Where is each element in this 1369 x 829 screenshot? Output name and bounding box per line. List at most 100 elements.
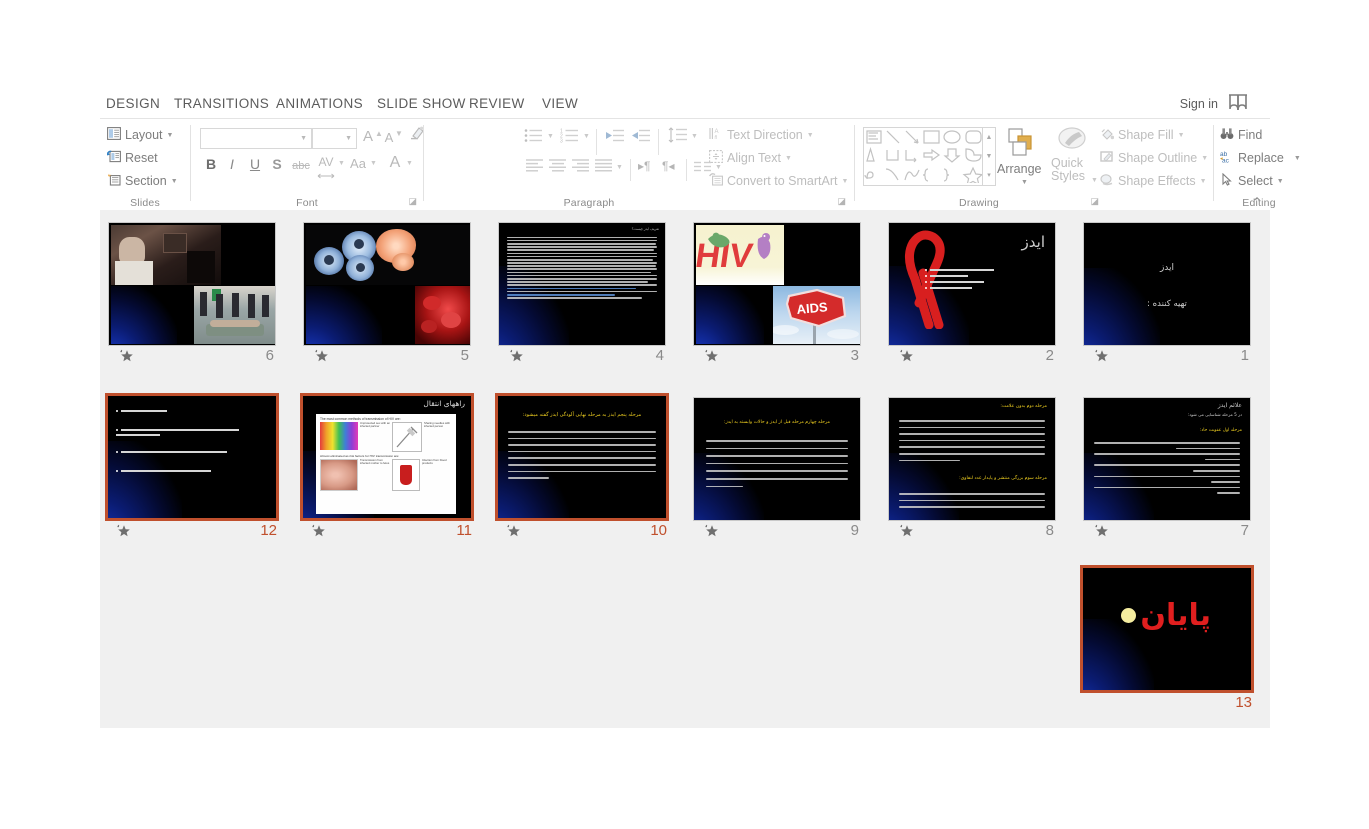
italic-button[interactable]: I: [225, 155, 239, 173]
user-profile-icon[interactable]: [1226, 93, 1252, 113]
chevron-down-icon[interactable]: ▼: [807, 132, 814, 139]
shape-outline-button[interactable]: Shape Outline ▼: [1100, 150, 1208, 166]
tab-view[interactable]: VIEW: [542, 90, 578, 118]
animation-star-icon: [900, 349, 914, 363]
tab-transitions[interactable]: TRANSITIONS: [174, 90, 269, 118]
slide-thumbnail-13[interactable]: پایان 13: [1080, 565, 1254, 713]
align-right-button[interactable]: [572, 159, 590, 177]
chevron-down-icon[interactable]: ▼: [370, 160, 377, 167]
align-left-button[interactable]: [526, 159, 544, 177]
chevron-down-icon[interactable]: ▼: [338, 160, 345, 167]
align-text-button[interactable]: Align Text ▼: [709, 150, 792, 166]
slide-canvas-5[interactable]: [303, 222, 471, 346]
chevron-down-icon[interactable]: ▼: [1277, 178, 1284, 185]
reset-button[interactable]: Reset: [106, 150, 158, 166]
shapes-gallery[interactable]: ▲ ▼ ▾: [863, 127, 996, 186]
slide-canvas-8[interactable]: مرحله دوم بدون علامت: مرحله سوم بزرگی من…: [888, 397, 1056, 521]
scroll-down-icon[interactable]: ▼: [983, 147, 995, 166]
text-shadow-button[interactable]: S: [270, 155, 284, 173]
shapes-gallery-scrollbar[interactable]: ▲ ▼ ▾: [982, 128, 995, 185]
slide-canvas-10[interactable]: مرحله پنجم ایدز به مرحله نهایی آلودگی ای…: [495, 393, 669, 521]
slide-thumbnail-8[interactable]: مرحله دوم بدون علامت: مرحله سوم بزرگی من…: [888, 397, 1056, 543]
text-direction-rtl-button[interactable]: ¶◂: [662, 159, 674, 173]
text-direction-button[interactable]: A ñ Text Direction ▼: [709, 127, 814, 143]
chevron-down-icon[interactable]: ▼: [1178, 132, 1185, 139]
sign-in-button[interactable]: Sign in: [1180, 90, 1218, 118]
shape-effects-button[interactable]: Shape Effects ▼: [1100, 173, 1207, 189]
slide-thumbnail-6[interactable]: 6: [108, 222, 276, 368]
chevron-down-icon[interactable]: ▼: [616, 164, 623, 171]
slide-thumbnail-2[interactable]: ایدز 2: [888, 222, 1056, 368]
chevron-down-icon[interactable]: ▼: [583, 133, 590, 140]
chevron-down-icon[interactable]: ▼: [1294, 155, 1301, 162]
arrange-button[interactable]: [1007, 127, 1037, 162]
decrease-indent-button[interactable]: [605, 128, 625, 148]
collapse-ribbon-button[interactable]: ⌃: [1252, 195, 1262, 209]
slide-canvas-4[interactable]: تعریف ایدز چیست؟: [498, 222, 666, 346]
tab-animations[interactable]: ANIMATIONS: [276, 90, 363, 118]
slide-canvas-6[interactable]: [108, 222, 276, 346]
increase-indent-button[interactable]: [631, 128, 651, 148]
strikethrough-button[interactable]: abc: [289, 157, 313, 175]
numbered-list-button[interactable]: 1 2 3: [560, 128, 580, 148]
chevron-down-icon[interactable]: ▼: [1201, 155, 1208, 162]
font-name-combo[interactable]: ▼: [200, 128, 312, 149]
chevron-down-icon[interactable]: ▼: [1021, 179, 1028, 186]
line-spacing-button[interactable]: [668, 127, 688, 148]
select-button[interactable]: Select ▼: [1220, 172, 1284, 189]
chevron-down-icon[interactable]: ▼: [547, 133, 554, 140]
slide-thumbnail-1[interactable]: ایدز تهیه کننده : 1: [1083, 222, 1251, 368]
justify-button[interactable]: [595, 159, 613, 177]
chevron-down-icon[interactable]: ▼: [345, 135, 352, 142]
slide-canvas-7[interactable]: علائم ایدز در 5 مرحله شناسایی می شود: مر…: [1083, 397, 1251, 521]
bullet-list-button[interactable]: [524, 128, 544, 148]
slide-thumbnail-3[interactable]: HIV AIDS 3: [693, 222, 861, 368]
slide-thumbnail-5[interactable]: 5: [303, 222, 471, 368]
text-direction-ltr-button[interactable]: ▸¶: [638, 159, 650, 173]
chevron-down-icon[interactable]: ▼: [1091, 177, 1098, 184]
slide-thumbnail-12[interactable]: 12: [105, 393, 279, 541]
chevron-down-icon[interactable]: ▼: [167, 132, 174, 139]
shape-fill-button[interactable]: Shape Fill ▼: [1100, 127, 1185, 143]
chevron-down-icon[interactable]: ▼: [841, 178, 848, 185]
replace-button[interactable]: ab ac Replace ▼: [1220, 150, 1301, 166]
slide-sorter-pane[interactable]: 6 5 تعریف ایدز چیست؟ 4 HIV AIDS 3 ایدز 2…: [100, 210, 1270, 728]
convert-to-smartart-button[interactable]: Convert to SmartArt ▼: [709, 173, 848, 189]
slide-thumbnail-10[interactable]: مرحله پنجم ایدز به مرحله نهایی آلودگی ای…: [495, 393, 669, 541]
slide-canvas-13[interactable]: پایان: [1080, 565, 1254, 693]
tab-design[interactable]: DESIGN: [106, 90, 160, 118]
font-dialog-launcher[interactable]: ◪: [408, 196, 417, 207]
slide-canvas-12[interactable]: [105, 393, 279, 521]
shapes-more-icon[interactable]: ▾: [983, 166, 995, 185]
find-button[interactable]: Find: [1220, 127, 1262, 143]
chevron-down-icon[interactable]: ▼: [785, 155, 792, 162]
change-case-button[interactable]: Aa: [347, 155, 369, 173]
scroll-up-icon[interactable]: ▲: [983, 128, 995, 147]
section-button[interactable]: Section ▼: [107, 173, 178, 189]
font-size-combo[interactable]: ▼: [312, 128, 357, 149]
slide-canvas-3[interactable]: HIV AIDS: [693, 222, 861, 346]
slide-thumbnail-9[interactable]: مرحله چهارم مرحله قبل از ایدز و حالات وا…: [693, 397, 861, 543]
slide-thumbnail-7[interactable]: علائم ایدز در 5 مرحله شناسایی می شود: مر…: [1083, 397, 1251, 543]
font-color-button[interactable]: A: [387, 154, 403, 172]
slide-canvas-11[interactable]: راههای انتقال The most common methods of…: [300, 393, 474, 521]
tab-slide-show[interactable]: SLIDE SHOW: [377, 90, 466, 118]
slide-canvas-9[interactable]: مرحله چهارم مرحله قبل از ایدز و حالات وا…: [693, 397, 861, 521]
chevron-down-icon[interactable]: ▼: [171, 178, 178, 185]
bold-button[interactable]: B: [203, 155, 219, 173]
slide-thumbnail-11[interactable]: راههای انتقال The most common methods of…: [300, 393, 474, 541]
underline-button[interactable]: U: [247, 155, 263, 173]
quick-styles-text: Quick Styles: [1051, 156, 1086, 183]
drawing-dialog-launcher[interactable]: ◪: [1090, 196, 1099, 207]
chevron-down-icon[interactable]: ▼: [691, 133, 698, 140]
slide-canvas-1[interactable]: ایدز تهیه کننده :: [1083, 222, 1251, 346]
chevron-down-icon[interactable]: ▼: [1200, 178, 1207, 185]
paragraph-dialog-launcher[interactable]: ◪: [837, 196, 846, 207]
align-center-button[interactable]: [549, 159, 567, 177]
slide-thumbnail-4[interactable]: تعریف ایدز چیست؟ 4: [498, 222, 666, 368]
layout-button[interactable]: Layout ▼: [107, 127, 173, 143]
slide-canvas-2[interactable]: ایدز: [888, 222, 1056, 346]
tab-review[interactable]: REVIEW: [469, 90, 525, 118]
chevron-down-icon[interactable]: ▼: [300, 135, 307, 142]
chevron-down-icon[interactable]: ▼: [406, 160, 413, 167]
